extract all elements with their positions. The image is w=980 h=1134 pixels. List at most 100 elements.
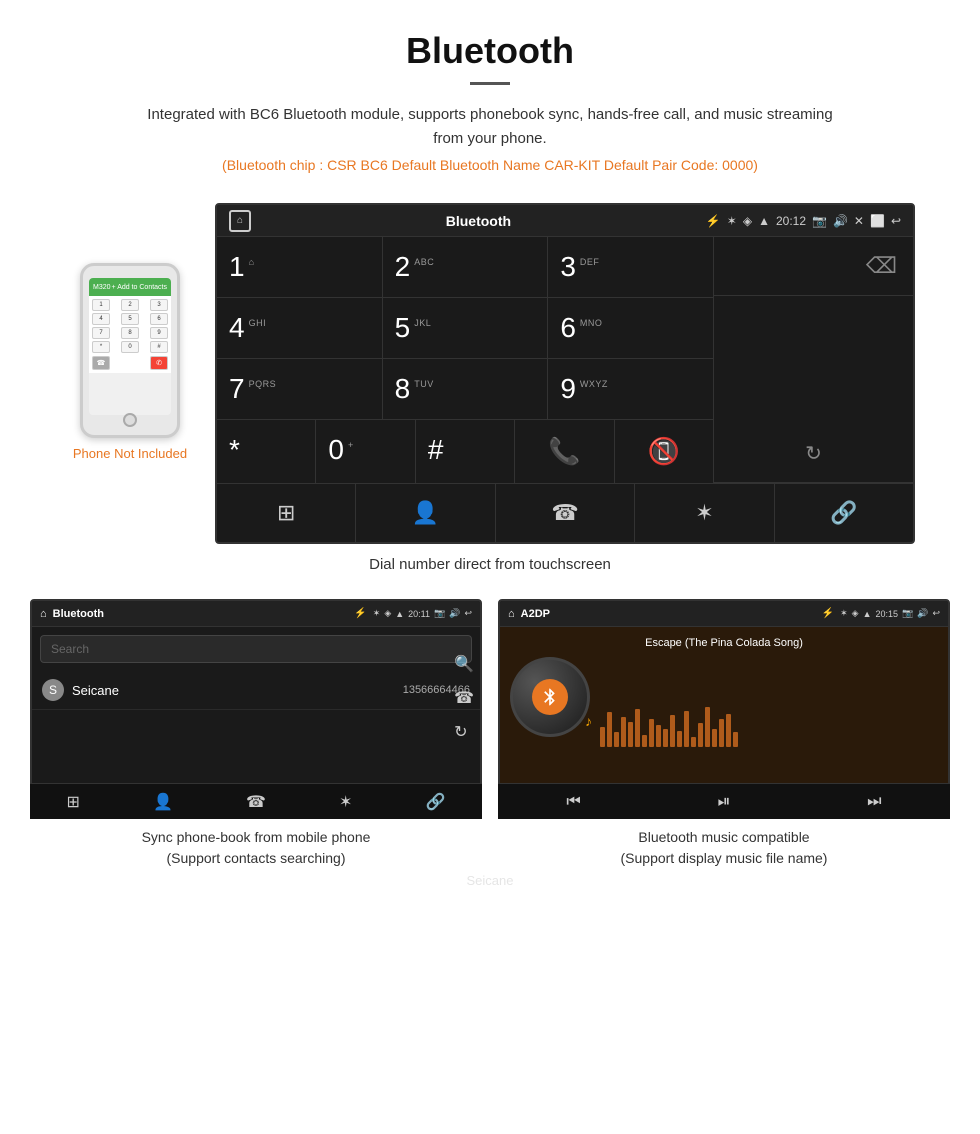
- dial-key-8[interactable]: 8 TUV: [383, 359, 549, 419]
- watermark: Seicane: [0, 869, 980, 892]
- phonebook-time: 20:11: [408, 609, 430, 619]
- phonebook-sig-icon: ▲: [395, 609, 404, 619]
- call-red-icon: 📵: [648, 436, 680, 467]
- prev-skip-icon[interactable]: ⏮: [566, 793, 580, 811]
- back-icon: ↩: [891, 214, 901, 228]
- page-description: Integrated with BC6 Bluetooth module, su…: [140, 103, 840, 151]
- phone-key-5: 5: [121, 313, 139, 325]
- music-song-title: Escape (The Pina Colada Song): [645, 637, 803, 649]
- dial-display: ⌫ ↻: [713, 237, 913, 483]
- action-phone[interactable]: ☎: [496, 484, 635, 542]
- dialpad-row-1: 1 ⌂ 2 ABC 3 DEF: [217, 237, 713, 298]
- bluetooth-info: (Bluetooth chip : CSR BC6 Default Blueto…: [20, 157, 960, 173]
- refresh-btn[interactable]: ↻: [714, 425, 913, 483]
- phone-key-4: 4: [92, 313, 110, 325]
- phonebook-contact[interactable]: S Seicane 13566664466: [32, 671, 480, 710]
- home-icon[interactable]: ⌂: [229, 210, 251, 232]
- status-right: ⚡ ✶ ◈ ▲ 20:12 📷 🔊 ✕ ⬜ ↩: [706, 214, 901, 228]
- dial-key-star[interactable]: *: [217, 420, 316, 483]
- dial-key-hash[interactable]: #: [416, 420, 515, 483]
- bottom-screenshots: ⌂ Bluetooth ⚡ ✶ ◈ ▲ 20:11 📷 🔊 ↩ Sea: [0, 599, 980, 869]
- dial-caption: Dial number direct from touchscreen: [0, 544, 980, 589]
- dial-input-area: [714, 296, 913, 425]
- phone-screen-header: M320 + Add to Contacts: [89, 278, 171, 296]
- dial-key-4[interactable]: 4 GHI: [217, 298, 383, 358]
- dial-key-5[interactable]: 5 JKL: [383, 298, 549, 358]
- phonebook-back-icon: ↩: [464, 608, 472, 619]
- pb-contacts-icon[interactable]: 👤: [153, 792, 173, 812]
- dialpad-container: 1 ⌂ 2 ABC 3 DEF 4 GHI: [217, 237, 913, 483]
- phone-key-hash: #: [150, 341, 168, 353]
- pb-phone-icon[interactable]: ☎: [246, 792, 266, 812]
- action-bluetooth[interactable]: ✶: [635, 484, 774, 542]
- phone-end-btn: ✆: [150, 356, 168, 370]
- dial-key-1[interactable]: 1 ⌂: [217, 237, 383, 297]
- music-screenshot: ⌂ A2DP ⚡ ✶ ◈ ▲ 20:15 📷 🔊 ↩ Escape (: [498, 599, 950, 869]
- signal-icon: ▲: [758, 214, 770, 228]
- phonebook-bt-icon: ✶: [373, 608, 381, 619]
- pb-dialpad-icon[interactable]: ⊞: [67, 792, 80, 812]
- call-green-icon: 📞: [548, 436, 580, 467]
- phone-key-3: 3: [150, 299, 168, 311]
- phonebook-usb-icon: ⚡: [354, 608, 366, 619]
- dial-call-red[interactable]: 📵: [615, 420, 713, 483]
- action-link[interactable]: 🔗: [775, 484, 913, 542]
- music-controls: ⏮ ⏯ ⏭: [498, 783, 950, 819]
- music-home-icon: ⌂: [508, 608, 515, 620]
- dial-key-0[interactable]: 0 +: [316, 420, 415, 483]
- dialpad-icon: ⊞: [277, 500, 295, 526]
- next-skip-icon[interactable]: ⏭: [867, 793, 881, 811]
- phonebook-screenshot: ⌂ Bluetooth ⚡ ✶ ◈ ▲ 20:11 📷 🔊 ↩ Sea: [30, 599, 482, 869]
- status-title: Bluetooth: [251, 213, 706, 229]
- phone-icon: ☎: [551, 500, 578, 526]
- dial-call-green[interactable]: 📞: [515, 420, 614, 483]
- music-loc-icon: ◈: [852, 608, 859, 619]
- dial-key-3[interactable]: 3 DEF: [548, 237, 713, 297]
- phonebook-screen: ⌂ Bluetooth ⚡ ✶ ◈ ▲ 20:11 📷 🔊 ↩ Sea: [30, 599, 482, 819]
- phone-screen: M320 + Add to Contacts 1 2 3 4 5 6: [89, 278, 171, 415]
- music-caption: Bluetooth music compatible (Support disp…: [621, 827, 828, 869]
- pb-bt-icon[interactable]: ✶: [339, 792, 352, 812]
- music-time: 20:15: [875, 609, 898, 619]
- search-placeholder: Search: [51, 642, 89, 656]
- equalizer-bars: [600, 707, 938, 747]
- phone-key-9: 9: [150, 327, 168, 339]
- dialpad-row-4: * 0 + # 📞 📵: [217, 420, 713, 483]
- phonebook-bottom-bar: ⊞ 👤 ☎ ✶ 🔗: [30, 783, 482, 819]
- action-contacts[interactable]: 👤: [356, 484, 495, 542]
- phone-call-btn: ☎: [92, 356, 110, 370]
- dialpad-row-3: 7 PQRS 8 TUV 9 WXYZ: [217, 359, 713, 420]
- contact-name: Seicane: [72, 683, 403, 698]
- phone-sidebar: M320 + Add to Contacts 1 2 3 4 5 6: [65, 203, 195, 461]
- dial-key-2[interactable]: 2 ABC: [383, 237, 549, 297]
- phone-key-star: *: [92, 341, 110, 353]
- music-title: A2DP: [521, 608, 816, 620]
- bluetooth-icon: ✶: [695, 500, 713, 526]
- phone-keypad: 1 2 3 4 5 6 7 8 9 *: [89, 296, 171, 373]
- music-status-right: ✶ ◈ ▲ 20:15 📷 🔊 ↩: [840, 608, 940, 619]
- dial-key-7[interactable]: 7 PQRS: [217, 359, 383, 419]
- android-dialpad-screen: ⌂ Bluetooth ⚡ ✶ ◈ ▲ 20:12 📷 🔊 ✕ ⬜ ↩: [215, 203, 915, 544]
- music-vol-icon: 🔊: [917, 608, 928, 619]
- status-left: ⌂: [229, 210, 251, 232]
- phonebook-loc-icon: ◈: [384, 608, 391, 619]
- volume-icon: 🔊: [833, 214, 848, 228]
- contacts-icon: 👤: [412, 500, 439, 526]
- music-back-icon: ↩: [932, 608, 940, 619]
- dial-key-9[interactable]: 9 WXYZ: [548, 359, 713, 419]
- search-side-icon[interactable]: 🔍: [454, 654, 474, 674]
- window-icon: ⬜: [870, 214, 885, 228]
- play-pause-icon[interactable]: ⏯: [718, 793, 731, 811]
- bt-status-icon: ✶: [727, 214, 737, 228]
- phonebook-status-right: ✶ ◈ ▲ 20:11 📷 🔊 ↩: [373, 608, 472, 619]
- action-dialpad[interactable]: ⊞: [217, 484, 356, 542]
- music-album-art: ♪: [510, 657, 590, 737]
- phonebook-search-bar[interactable]: Search: [40, 635, 472, 663]
- dial-key-6[interactable]: 6 MNO: [548, 298, 713, 358]
- backspace-btn[interactable]: ⌫: [714, 237, 913, 296]
- call-side-icon[interactable]: ☎: [454, 688, 474, 708]
- music-status-bar: ⌂ A2DP ⚡ ✶ ◈ ▲ 20:15 📷 🔊 ↩: [500, 601, 948, 627]
- phonebook-caption: Sync phone-book from mobile phone (Suppo…: [142, 827, 371, 869]
- refresh-side-icon[interactable]: ↻: [454, 722, 474, 742]
- pb-link-icon[interactable]: 🔗: [426, 792, 446, 812]
